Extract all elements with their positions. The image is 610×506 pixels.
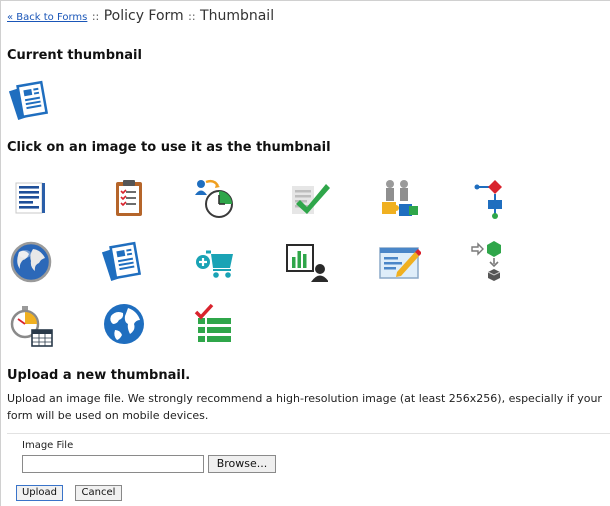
- breadcrumb: « Back to Forms :: Policy Form :: Thumbn…: [7, 8, 274, 24]
- upload-heading: Upload a new thumbnail.: [7, 368, 191, 383]
- edit-window-icon[interactable]: [377, 240, 421, 284]
- puzzle-people-icon[interactable]: [378, 176, 422, 220]
- document-stack-icon: [9, 80, 49, 120]
- image-file-input[interactable]: [22, 455, 204, 473]
- image-file-label: Image File: [22, 440, 74, 451]
- workflow-icon[interactable]: [470, 238, 514, 282]
- flowchart-icon[interactable]: [473, 176, 517, 220]
- clipboard-icon[interactable]: [107, 176, 151, 220]
- divider: [7, 433, 610, 434]
- checklist-icon[interactable]: [193, 303, 237, 347]
- breadcrumb-separator: ::: [91, 10, 100, 23]
- globe-icon[interactable]: [9, 240, 53, 284]
- current-thumbnail-heading: Current thumbnail: [7, 48, 142, 63]
- breadcrumb-form-name: Policy Form: [103, 8, 184, 24]
- checkmark-document-icon[interactable]: [286, 176, 330, 220]
- cancel-button[interactable]: Cancel: [75, 485, 122, 501]
- world-icon[interactable]: [102, 302, 146, 346]
- upload-description: Upload an image file. We strongly recomm…: [7, 392, 602, 422]
- bar-chart-person-icon[interactable]: [284, 240, 328, 284]
- upload-button[interactable]: Upload: [16, 485, 63, 501]
- breadcrumb-separator: ::: [188, 10, 196, 23]
- browse-button[interactable]: Browse...: [208, 455, 276, 473]
- user-timer-icon[interactable]: [192, 176, 236, 220]
- back-to-forms-link[interactable]: « Back to Forms: [7, 12, 87, 23]
- document-stack-icon[interactable]: [102, 240, 146, 284]
- breadcrumb-page: Thumbnail: [200, 8, 275, 24]
- stopwatch-calendar-icon[interactable]: [10, 303, 54, 347]
- shopping-cart-icon[interactable]: [193, 240, 237, 284]
- gallery-heading: Click on an image to use it as the thumb…: [7, 140, 331, 155]
- text-lines-icon[interactable]: [8, 176, 52, 220]
